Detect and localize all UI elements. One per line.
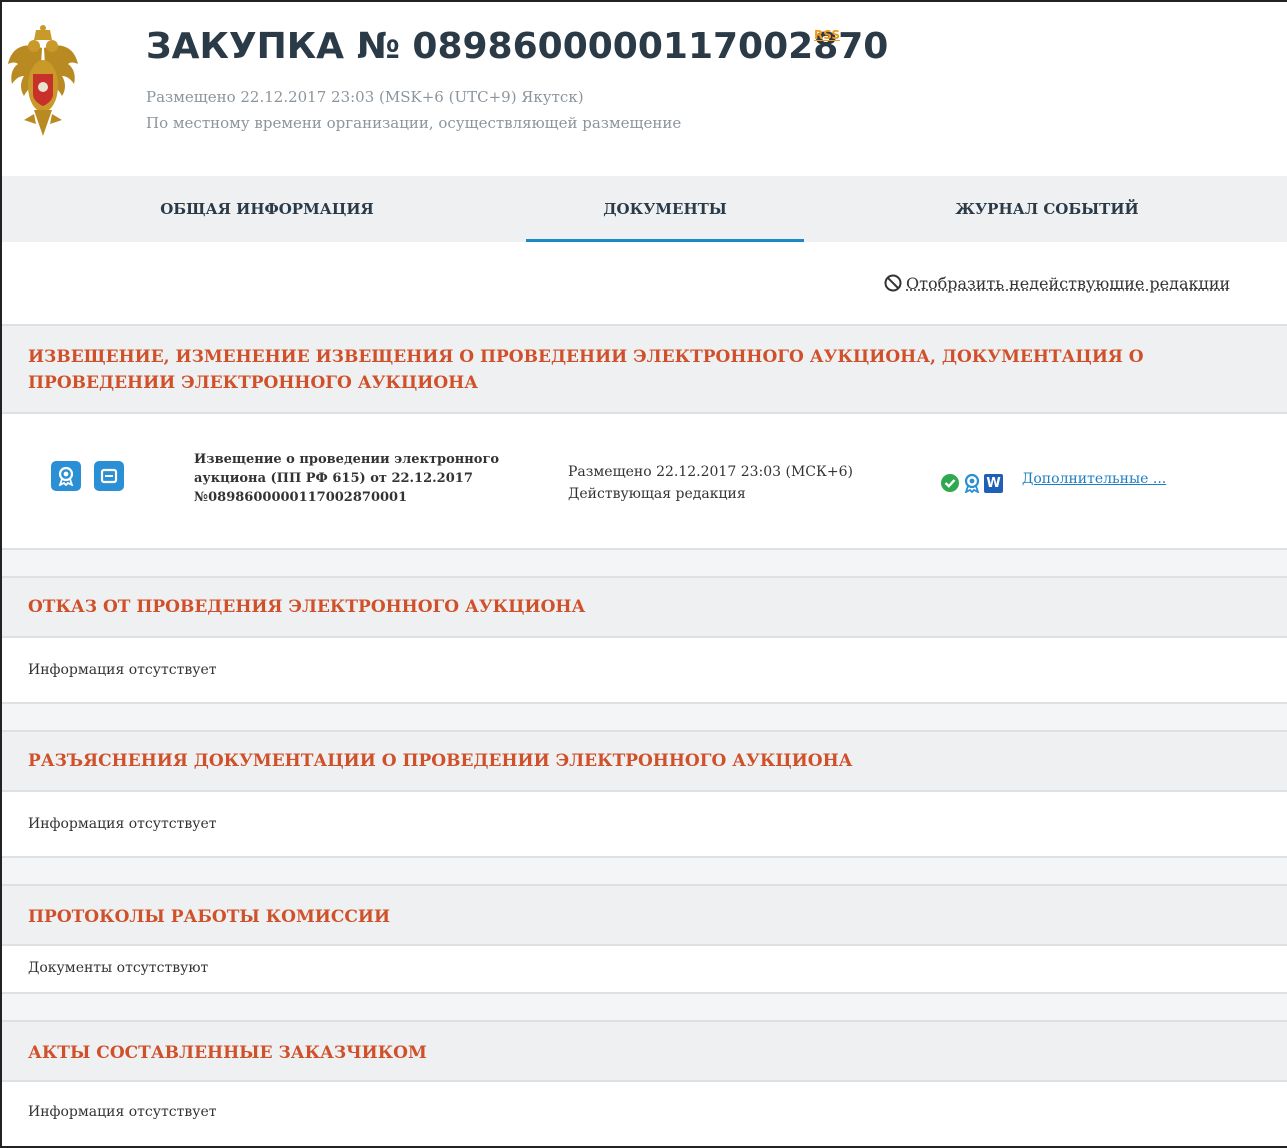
section-cancellation-body: Информация отсутствует — [2, 638, 1287, 704]
tab-bar: ОБЩАЯ ИНФОРМАЦИЯ ДОКУМЕНТЫ ЖУРНАЛ СОБЫТИ… — [2, 176, 1287, 242]
show-inactive-revisions-toggle[interactable]: Отобразить недействующие редакции — [884, 274, 1230, 293]
empty-message: Документы отсутствуют — [28, 960, 209, 976]
section-title: ОТКАЗ ОТ ПРОВЕДЕНИЯ ЭЛЕКТРОННОГО АУКЦИОН… — [28, 597, 586, 617]
section-title: АКТЫ СОСТАВЛЕННЫЕ ЗАКАЗЧИКОМ — [28, 1043, 427, 1063]
section-acts-header: АКТЫ СОСТАВЛЕННЫЕ ЗАКАЗЧИКОМ — [2, 1020, 1287, 1082]
page-header: ЗАКУПКА № 0898600000117002870 RSS Размещ… — [2, 2, 1287, 176]
empty-message: Информация отсутствует — [28, 816, 217, 832]
placement-date: Размещено 22.12.2017 23:03 (MSK+6 (UTC+9… — [146, 88, 584, 106]
section-title: ПРОТОКОЛЫ РАБОТЫ КОМИССИИ — [28, 907, 391, 927]
document-status-icons: W — [940, 472, 1003, 494]
tab-event-log[interactable]: ЖУРНАЛ СОБЫТИЙ — [908, 176, 1186, 242]
tab-documents[interactable]: ДОКУМЕНТЫ — [526, 176, 804, 242]
additional-info-link[interactable]: Дополнительные ... — [1022, 471, 1166, 487]
ban-icon — [884, 274, 902, 292]
check-circle-icon — [941, 474, 959, 492]
document-status: Действующая редакция — [568, 486, 746, 502]
section-gap — [2, 858, 1287, 884]
section-protocols-body: Документы отсутствуют — [2, 946, 1287, 994]
section-gap — [2, 994, 1287, 1020]
certificate-button[interactable] — [51, 461, 81, 491]
document-placement: Размещено 22.12.2017 23:03 (МСК+6) Дейст… — [568, 461, 853, 505]
document-name: Извещение о проведении электронного аукц… — [194, 450, 539, 507]
section-clarifications-body: Информация отсутствует — [2, 792, 1287, 858]
section-clarifications-header: РАЗЪЯСНЕНИЯ ДОКУМЕНТАЦИИ О ПРОВЕДЕНИИ ЭЛ… — [2, 730, 1287, 792]
word-icon-letter: W — [986, 475, 1001, 491]
section-protocols-header: ПРОТОКОЛЫ РАБОТЫ КОМИССИИ — [2, 884, 1287, 946]
document-placed-date: Размещено 22.12.2017 23:03 (МСК+6) — [568, 464, 853, 480]
section-cancellation-header: ОТКАЗ ОТ ПРОВЕДЕНИЯ ЭЛЕКТРОННОГО АУКЦИОН… — [2, 576, 1287, 638]
page-title: ЗАКУПКА № 0898600000117002870 — [146, 26, 889, 67]
toggle-label: Отобразить недействующие редакции — [906, 274, 1231, 293]
document-name-line: Извещение о проведении электронного — [194, 452, 500, 467]
word-doc-icon[interactable]: W — [984, 473, 1003, 493]
print-icon — [100, 468, 118, 484]
coat-of-arms-emblem — [8, 25, 78, 136]
section-gap — [2, 550, 1287, 576]
document-name-line: №0898600000117002870001 — [194, 490, 408, 505]
print-button[interactable] — [94, 461, 124, 491]
page-frame: ЗАКУПКА № 0898600000117002870 RSS Размещ… — [0, 0, 1287, 1148]
tab-general-info[interactable]: ОБЩАЯ ИНФОРМАЦИЯ — [128, 176, 406, 242]
rss-link[interactable]: RSS — [814, 28, 840, 42]
toggle-row: Отобразить недействующие редакции — [2, 242, 1287, 324]
section-title: ИЗВЕЩЕНИЕ, ИЗМЕНЕНИЕ ИЗВЕЩЕНИЯ О ПРОВЕДЕ… — [28, 347, 1144, 393]
document-name-line: аукциона (ПП РФ 615) от 22.12.2017 — [194, 471, 473, 486]
section-notice-header: ИЗВЕЩЕНИЕ, ИЗМЕНЕНИЕ ИЗВЕЩЕНИЯ О ПРОВЕДЕ… — [2, 324, 1287, 414]
certificate-icon — [58, 466, 74, 486]
local-time-note: По местному времени организации, осущест… — [146, 114, 682, 132]
empty-message: Информация отсутствует — [28, 1104, 217, 1120]
certificate-icon[interactable] — [963, 473, 981, 493]
section-acts-body: Информация отсутствует — [2, 1082, 1287, 1146]
section-gap — [2, 704, 1287, 730]
empty-message: Информация отсутствует — [28, 662, 217, 678]
section-title: РАЗЪЯСНЕНИЯ ДОКУМЕНТАЦИИ О ПРОВЕДЕНИИ ЭЛ… — [28, 751, 853, 771]
